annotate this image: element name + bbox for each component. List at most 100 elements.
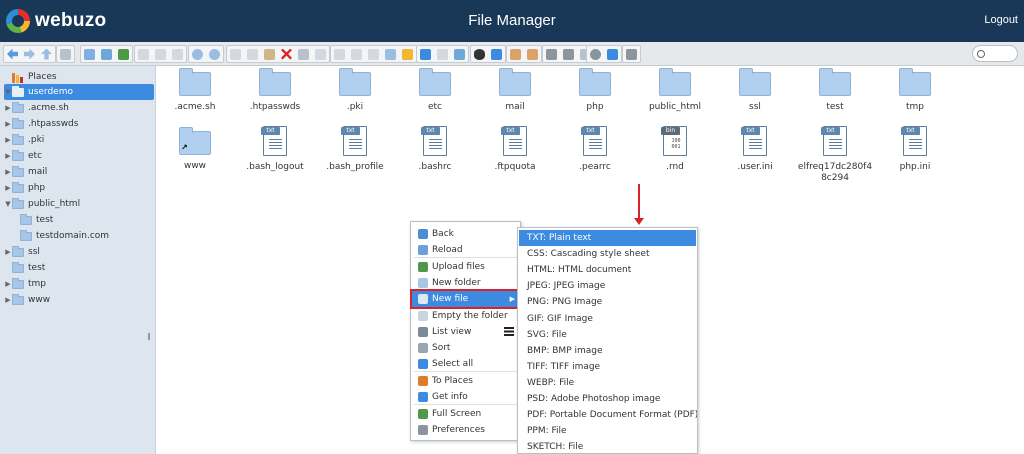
edit-button[interactable] — [365, 46, 382, 62]
context-menu-item-select-all[interactable]: Select all — [412, 356, 519, 372]
undo-button[interactable] — [189, 46, 206, 62]
redo-button[interactable] — [206, 46, 223, 62]
chmod-button[interactable] — [399, 46, 416, 62]
sidebar-item-userdemo[interactable]: ▼ userdemo — [4, 84, 154, 100]
new-file-type-item[interactable]: GIF: GIF Image — [519, 311, 696, 327]
select-invert-button[interactable] — [451, 46, 468, 62]
sidebar-item[interactable]: testdomain.com — [0, 228, 156, 244]
collapse-arrow-icon[interactable]: ▶ — [4, 104, 12, 112]
open-button[interactable] — [135, 46, 152, 62]
folder-item[interactable]: .acme.sh — [157, 67, 233, 113]
sidebar-item[interactable]: ▶ php — [0, 180, 156, 196]
collapse-arrow-icon[interactable]: ▶ — [4, 168, 12, 176]
context-menu-item-empty-the-folder[interactable]: Empty the folder — [412, 308, 519, 324]
new-file-type-item[interactable]: SVG: File — [519, 327, 696, 343]
new-file-type-item[interactable]: PPM: File — [519, 423, 696, 439]
collapse-arrow-icon[interactable]: ▶ — [4, 248, 12, 256]
new-folder-button[interactable] — [98, 46, 115, 62]
hide-button[interactable] — [312, 46, 329, 62]
new-file-type-item[interactable]: PNG: PNG Image — [519, 294, 696, 310]
resize-handle[interactable] — [148, 333, 150, 340]
new-file-type-item[interactable]: BMP: BMP image — [519, 343, 696, 359]
sidebar-item[interactable]: ▶ .acme.sh — [0, 100, 156, 116]
back-button[interactable] — [4, 46, 21, 62]
select-all-button[interactable] — [417, 46, 434, 62]
context-menu-item-to-places[interactable]: To Places — [412, 373, 519, 389]
file-item[interactable]: txt php.ini — [877, 126, 953, 173]
context-menu-item-preferences[interactable]: Preferences — [412, 422, 519, 438]
icons-view-button[interactable] — [543, 46, 560, 62]
context-menu-item-new-file[interactable]: New file ▶ — [410, 289, 521, 309]
new-file-type-item[interactable]: TIFF: TIFF image — [519, 359, 696, 375]
context-menu-item-sort[interactable]: Sort — [412, 340, 519, 356]
file-item[interactable]: txt .bash_logout — [237, 126, 313, 173]
new-file-type-item[interactable]: HTML: HTML document — [519, 262, 696, 278]
file-item[interactable]: txt .bashrc — [397, 126, 473, 173]
context-menu-item-new-folder[interactable]: New folder — [412, 275, 519, 291]
cut-button[interactable] — [244, 46, 261, 62]
sidebar-item[interactable]: ▶ .pki — [0, 132, 156, 148]
file-item[interactable]: txt .ftpquota — [477, 126, 553, 173]
new-file-type-item[interactable]: JPEG: JPEG image — [519, 278, 696, 294]
folder-item[interactable]: php — [557, 67, 633, 113]
collapse-arrow-icon[interactable]: ▶ — [4, 120, 12, 128]
extract-button[interactable] — [507, 46, 524, 62]
help-button[interactable] — [623, 46, 640, 62]
logout-link[interactable]: Logout — [984, 14, 1018, 26]
upload-button[interactable] — [115, 46, 132, 62]
collapse-arrow-icon[interactable]: ▶ — [4, 184, 12, 192]
file-item[interactable]: bin 100 001 .rnd — [637, 126, 713, 173]
delete-button[interactable] — [278, 46, 295, 62]
file-item[interactable]: txt .user.ini — [717, 126, 793, 173]
folder-item[interactable]: tmp — [877, 67, 953, 113]
fullscreen-button[interactable] — [604, 46, 621, 62]
folder-item[interactable]: etc — [397, 67, 473, 113]
quicklook-button[interactable] — [471, 46, 488, 62]
sidebar-item[interactable]: ▶ mail — [0, 164, 156, 180]
duplicate-button[interactable] — [331, 46, 348, 62]
context-menu-item-upload-files[interactable]: Upload files — [412, 259, 519, 275]
context-menu-item-reload[interactable]: Reload — [412, 242, 519, 258]
sidebar-places[interactable]: Places — [0, 69, 156, 85]
collapse-arrow-icon[interactable]: ▶ — [4, 280, 12, 288]
new-file-type-item[interactable]: PSD: Adobe Photoshop image — [519, 391, 696, 407]
new-file-type-item[interactable]: WEBP: File — [519, 375, 696, 391]
new-file-type-item[interactable]: PDF: Portable Document Format (PDF) — [519, 407, 697, 423]
sidebar-item[interactable]: ▶ ssl — [0, 244, 156, 260]
home-button[interactable] — [57, 46, 74, 62]
collapse-arrow-icon[interactable]: ▶ — [4, 296, 12, 304]
rename-button[interactable] — [348, 46, 365, 62]
download-button[interactable] — [152, 46, 169, 62]
select-none-button[interactable] — [434, 46, 451, 62]
folder-item[interactable]: .htpasswds — [237, 67, 313, 113]
sidebar-item[interactable]: ▶ tmp — [0, 276, 156, 292]
sidebar-item[interactable]: test — [0, 260, 156, 276]
list-view-button[interactable] — [560, 46, 577, 62]
file-item[interactable]: txt .bash_profile — [317, 126, 393, 173]
resize-button[interactable] — [382, 46, 399, 62]
getfile-button[interactable] — [169, 46, 186, 62]
context-menu-item-get-info[interactable]: Get info — [412, 389, 519, 405]
sidebar-item[interactable]: ▶ etc — [0, 148, 156, 164]
preferences-button[interactable] — [587, 46, 604, 62]
folder-item[interactable]: test — [797, 67, 873, 113]
new-file-type-item[interactable]: CSS: Cascading style sheet — [519, 246, 696, 262]
folder-item[interactable]: ↗ www — [157, 126, 233, 172]
forward-button[interactable] — [21, 46, 38, 62]
archive-button[interactable] — [524, 46, 541, 62]
file-item[interactable]: txt .pearrc — [557, 126, 633, 173]
sidebar-item[interactable]: ▶ .htpasswds — [0, 116, 156, 132]
file-item[interactable]: txt elfreq17dc280f48c294 — [797, 126, 873, 184]
expand-arrow-icon[interactable]: ▼ — [4, 200, 12, 208]
context-menu-item-full-screen[interactable]: Full Screen — [412, 406, 519, 422]
new-file-type-item[interactable]: TXT: Plain text — [519, 230, 696, 246]
collapse-arrow-icon[interactable]: ▶ — [4, 136, 12, 144]
new-file-button[interactable] — [81, 46, 98, 62]
context-menu-item-list-view[interactable]: List view — [412, 324, 519, 340]
sidebar-item[interactable]: ▶ www — [0, 292, 156, 308]
collapse-arrow-icon[interactable]: ▶ — [4, 152, 12, 160]
folder-item[interactable]: .pki — [317, 67, 393, 113]
copy-button[interactable] — [227, 46, 244, 62]
new-file-type-item[interactable]: SKETCH: File — [519, 439, 696, 453]
sidebar-item[interactable]: test — [0, 212, 156, 228]
